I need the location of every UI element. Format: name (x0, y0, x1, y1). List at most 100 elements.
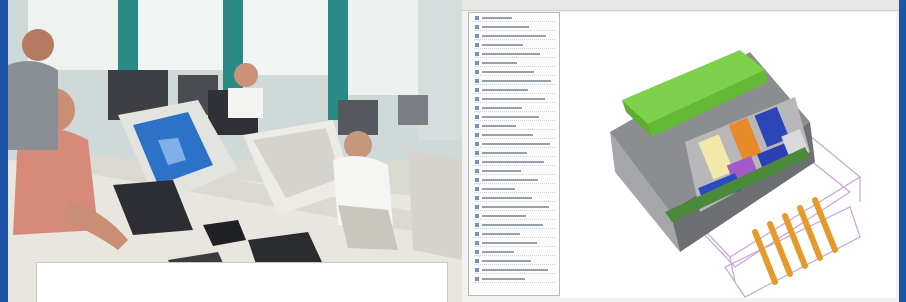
tree-item[interactable] (475, 60, 555, 67)
tree-item[interactable] (475, 258, 555, 265)
tree-node-icon (475, 277, 479, 281)
tree-item-label (482, 143, 550, 145)
tree-node-icon (475, 196, 479, 200)
tree-item-label (482, 134, 533, 136)
tree-node-icon (475, 97, 479, 101)
tree-item[interactable] (475, 33, 555, 40)
tree-node-icon (475, 169, 479, 173)
tree-item-label (482, 125, 516, 127)
tree-item-label (482, 98, 545, 100)
tree-node-icon (475, 223, 479, 227)
tree-item-label (482, 62, 517, 64)
tree-item[interactable] (475, 15, 555, 22)
tree-item-label (482, 35, 546, 37)
tree-item-label (482, 161, 544, 163)
tree-item[interactable] (475, 186, 555, 193)
tree-item-label (482, 242, 537, 244)
tree-item[interactable] (475, 213, 555, 220)
office-scene-image (8, 0, 462, 302)
tree-item[interactable] (475, 51, 555, 58)
tree-node-icon (475, 187, 479, 191)
tree-item-label (482, 206, 549, 208)
tree-item[interactable] (475, 123, 555, 130)
tree-item[interactable] (475, 141, 555, 148)
tree-node-icon (475, 133, 479, 137)
3d-viewport[interactable] (560, 12, 896, 298)
tree-item-label (482, 278, 525, 280)
tree-item[interactable] (475, 42, 555, 49)
tree-item-label (482, 251, 514, 253)
tree-item-label (482, 44, 523, 46)
tree-item-label (482, 89, 528, 91)
tree-item-label (482, 116, 539, 118)
tree-item[interactable] (475, 150, 555, 157)
left-blue-border (0, 0, 8, 302)
tree-item[interactable] (475, 276, 555, 283)
tree-item-label (482, 179, 538, 181)
tree-item[interactable] (475, 177, 555, 184)
3d-model-render (610, 50, 862, 298)
tree-item-label (482, 233, 520, 235)
tree-item[interactable] (475, 87, 555, 94)
tree-item-label (482, 188, 515, 190)
tree-item-label (482, 269, 548, 271)
tree-node-icon (475, 241, 479, 245)
tree-node-icon (475, 106, 479, 110)
tree-node-icon (475, 259, 479, 263)
tree-item-label (482, 26, 529, 28)
slide-frame (0, 0, 906, 302)
tree-item[interactable] (475, 69, 555, 76)
tree-node-icon (475, 115, 479, 119)
tree-item[interactable] (475, 105, 555, 112)
tree-node-icon (475, 250, 479, 254)
tree-node-icon (475, 178, 479, 182)
tree-node-icon (475, 232, 479, 236)
tree-item[interactable] (475, 24, 555, 31)
cad-toolbar (462, 0, 899, 11)
tree-node-icon (475, 124, 479, 128)
tree-item-label (482, 107, 522, 109)
tree-node-icon (475, 16, 479, 20)
tree-item[interactable] (475, 195, 555, 202)
tree-item[interactable] (475, 168, 555, 175)
tree-node-icon (475, 25, 479, 29)
tree-node-icon (475, 214, 479, 218)
tree-item-label (482, 224, 543, 226)
tree-node-icon (475, 268, 479, 272)
tree-item[interactable] (475, 96, 555, 103)
tree-item-label (482, 80, 551, 82)
tree-item[interactable] (475, 267, 555, 274)
tree-item-label (482, 170, 521, 172)
tree-node-icon (475, 88, 479, 92)
tree-item[interactable] (475, 231, 555, 238)
tree-item[interactable] (475, 78, 555, 85)
office-photo (8, 0, 462, 302)
tree-node-icon (475, 43, 479, 47)
tree-item-label (482, 17, 512, 19)
tree-node-icon (475, 79, 479, 83)
tree-node-icon (475, 70, 479, 74)
tree-item-label (482, 71, 534, 73)
cad-screenshot (462, 0, 899, 302)
tree-item[interactable] (475, 159, 555, 166)
caption-box (36, 262, 448, 302)
tree-item[interactable] (475, 240, 555, 247)
tree-item[interactable] (475, 132, 555, 139)
tree-node-icon (475, 205, 479, 209)
tree-item[interactable] (475, 249, 555, 256)
tree-node-icon (475, 151, 479, 155)
tree-node-icon (475, 52, 479, 56)
tree-item-label (482, 215, 526, 217)
feature-tree-panel[interactable] (468, 12, 560, 296)
right-blue-border (899, 0, 906, 302)
tree-node-icon (475, 160, 479, 164)
tree-item[interactable] (475, 222, 555, 229)
tree-item-label (482, 260, 531, 262)
tree-node-icon (475, 142, 479, 146)
tree-item[interactable] (475, 114, 555, 121)
tree-item-label (482, 197, 532, 199)
tree-item-label (482, 152, 527, 154)
tree-item-label (482, 53, 540, 55)
tree-item[interactable] (475, 204, 555, 211)
tree-node-icon (475, 61, 479, 65)
